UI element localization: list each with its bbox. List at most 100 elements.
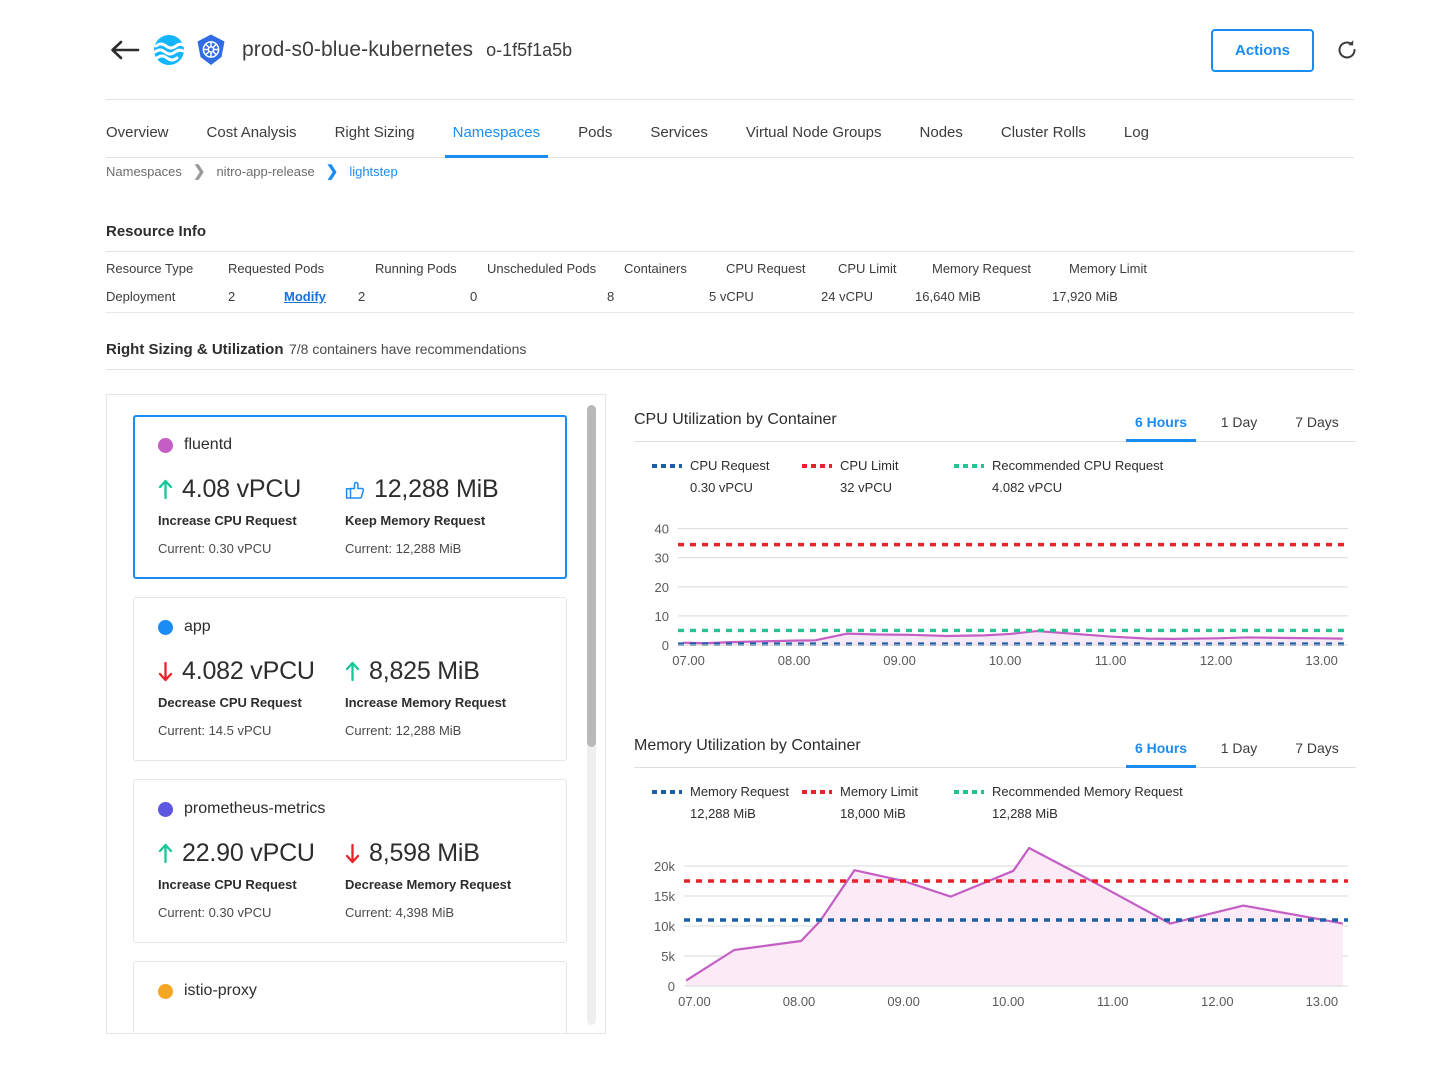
breadcrumb-item-nitro-app-release[interactable]: nitro-app-release (216, 164, 314, 179)
svg-text:10: 10 (655, 609, 669, 624)
ocean-wave-logo-icon (152, 33, 186, 67)
cpu-current: Current: 0.30 vPCU (158, 905, 272, 920)
actions-button[interactable]: Actions (1210, 28, 1314, 72)
tab-cluster-rolls[interactable]: Cluster Rolls (1001, 124, 1086, 157)
container-card-app[interactable]: app 4.082 vPCU Decrease CPU Request Curr… (133, 597, 567, 761)
cpu-range-tab-1-day[interactable]: 1 Day (1200, 414, 1278, 441)
memory-value: 8,598 MiB (369, 839, 480, 867)
svg-text:15k: 15k (654, 889, 675, 904)
memory-range-tab-6-hours[interactable]: 6 Hours (1122, 740, 1200, 768)
divider (106, 369, 1354, 370)
cpu-plot-area[interactable]: 0 10 20 30 40 07.00 08.00 09.00 10.00 11.00 12.00 1… (634, 509, 1356, 679)
cpu-chart-title: CPU Utilization by Container (634, 411, 837, 428)
arrow-up-icon (158, 843, 173, 864)
container-status-dot (158, 801, 173, 817)
svg-text:0: 0 (668, 979, 675, 994)
cpu-range-tabs: 6 Hours 1 Day 7 Days (1122, 414, 1356, 442)
legend-value: 12,288 MiB (992, 806, 1058, 821)
svg-text:11.00: 11.00 (1095, 653, 1127, 668)
legend-item-cpu-limit: CPU Limit 32 vPCU (802, 458, 954, 495)
refresh-icon[interactable] (1336, 39, 1358, 61)
legend-label: CPU Limit (840, 458, 899, 473)
cpu-action-label: Increase CPU Request (158, 513, 297, 528)
legend-item-cpu-request: CPU Request 0.30 vPCU (652, 458, 802, 495)
cpu-range-tab-6-hours[interactable]: 6 Hours (1122, 414, 1200, 442)
cpu-current: Current: 14.5 vPCU (158, 723, 272, 738)
memory-recommendation: 8,598 MiB Decrease Memory Request Curren… (345, 839, 532, 920)
svg-text:20k: 20k (654, 859, 675, 874)
resource-info-table: Resource Type Requested Pods Running Pod… (106, 261, 1354, 304)
container-card-istio-proxy[interactable]: istio-proxy (133, 961, 567, 1033)
resource-info-title: Resource Info (106, 223, 207, 240)
memory-current: Current: 12,288 MiB (345, 541, 462, 556)
svg-text:10.00: 10.00 (992, 994, 1025, 1009)
tab-cost-analysis[interactable]: Cost Analysis (207, 124, 297, 157)
container-card-fluentd[interactable]: fluentd 4.08 vPCU Increase CPU Request C… (133, 415, 567, 579)
cpu-recommendation: 4.082 vPCU Decrease CPU Request Current:… (158, 657, 345, 738)
container-status-dot (158, 619, 173, 635)
memory-range-tab-7-days[interactable]: 7 Days (1278, 740, 1356, 767)
arrow-up-icon (345, 661, 360, 682)
col-cpu-limit: CPU Limit (838, 261, 897, 276)
col-unscheduled-pods: Unscheduled Pods (487, 261, 597, 276)
cell-memory-limit: 17,920 MiB (1052, 289, 1118, 304)
tab-virtual-node-groups[interactable]: Virtual Node Groups (746, 124, 882, 157)
legend-item-memory-request: Memory Request 12,288 MiB (652, 784, 802, 821)
breadcrumb-item-namespaces[interactable]: Namespaces (106, 164, 182, 179)
back-arrow-icon[interactable] (108, 33, 142, 67)
tab-namespaces[interactable]: Namespaces (444, 124, 548, 158)
scrollbar-thumb[interactable] (587, 405, 596, 747)
tab-nodes[interactable]: Nodes (920, 124, 963, 157)
arrow-up-icon (158, 479, 173, 500)
legend-dash-icon (652, 463, 682, 468)
cpu-value: 4.082 vPCU (182, 657, 315, 685)
tab-pods[interactable]: Pods (578, 124, 612, 157)
svg-text:0: 0 (662, 638, 669, 653)
legend-label: Memory Limit (840, 784, 919, 799)
divider (106, 312, 1354, 313)
cpu-chart-legend: CPU Request 0.30 vPCU CPU Limit 32 vPCU … (634, 458, 1356, 495)
cell-resource-type: Deployment (106, 289, 176, 304)
memory-range-tabs: 6 Hours 1 Day 7 Days (1122, 740, 1356, 768)
col-memory-limit: Memory Limit (1069, 261, 1148, 276)
memory-action-label: Decrease Memory Request (345, 877, 512, 892)
tab-log[interactable]: Log (1124, 124, 1149, 157)
memory-recommendation: 12,288 MiB Keep Memory Request Current: … (345, 475, 532, 556)
cell-requested-pods: 2 (228, 289, 236, 304)
svg-text:11.00: 11.00 (1097, 994, 1129, 1009)
container-list-panel: fluentd 4.08 vPCU Increase CPU Request C… (106, 394, 606, 1034)
svg-text:09.00: 09.00 (883, 653, 916, 668)
col-requested-pods: Requested Pods (228, 261, 325, 276)
svg-text:10k: 10k (654, 919, 675, 934)
tab-right-sizing[interactable]: Right Sizing (335, 124, 415, 157)
tab-overview[interactable]: Overview (106, 124, 169, 157)
svg-text:20: 20 (655, 580, 669, 595)
memory-plot-area[interactable]: 0 5k 10k 15k 20k 07.00 08.00 09.00 10.00 11.00 12.… (634, 835, 1356, 1020)
cpu-value: 22.90 vPCU (182, 839, 315, 867)
tab-services[interactable]: Services (650, 124, 708, 157)
container-name: fluentd (184, 436, 233, 453)
svg-text:30: 30 (655, 551, 669, 566)
container-status-dot (158, 437, 173, 453)
cpu-value: 4.08 vPCU (182, 475, 302, 503)
container-cards: fluentd 4.08 vPCU Increase CPU Request C… (133, 415, 567, 1033)
legend-item-recommended-memory-request: Recommended Memory Request 12,288 MiB (954, 784, 1214, 821)
memory-action-label: Increase Memory Request (345, 695, 507, 710)
memory-range-tab-1-day[interactable]: 1 Day (1200, 740, 1278, 767)
svg-text:13.00: 13.00 (1306, 994, 1339, 1009)
breadcrumb-item-lightstep[interactable]: lightstep (349, 164, 397, 179)
modify-link[interactable]: Modify (284, 289, 326, 304)
legend-value: 4.082 vPCU (992, 480, 1063, 495)
legend-value: 18,000 MiB (840, 806, 906, 821)
svg-text:12.00: 12.00 (1201, 994, 1234, 1009)
breadcrumb: Namespaces ❯ nitro-app-release ❯ lightst… (106, 162, 398, 180)
legend-label: Memory Request (690, 784, 789, 799)
cpu-range-tab-7-days[interactable]: 7 Days (1278, 414, 1356, 441)
cell-running-pods: 2 (358, 289, 366, 304)
container-status-dot (158, 983, 173, 999)
container-list-scrollbar[interactable] (587, 405, 596, 1025)
container-name: istio-proxy (184, 982, 257, 999)
svg-text:5k: 5k (661, 949, 675, 964)
container-card-prometheus-metrics[interactable]: prometheus-metrics 22.90 vPCU Increase C… (133, 779, 567, 943)
legend-dash-icon (652, 789, 682, 794)
